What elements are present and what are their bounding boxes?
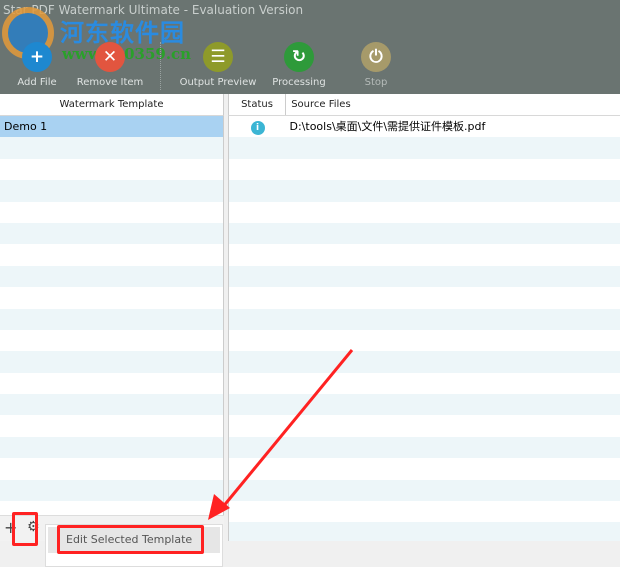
annotation-arrow <box>208 349 354 520</box>
